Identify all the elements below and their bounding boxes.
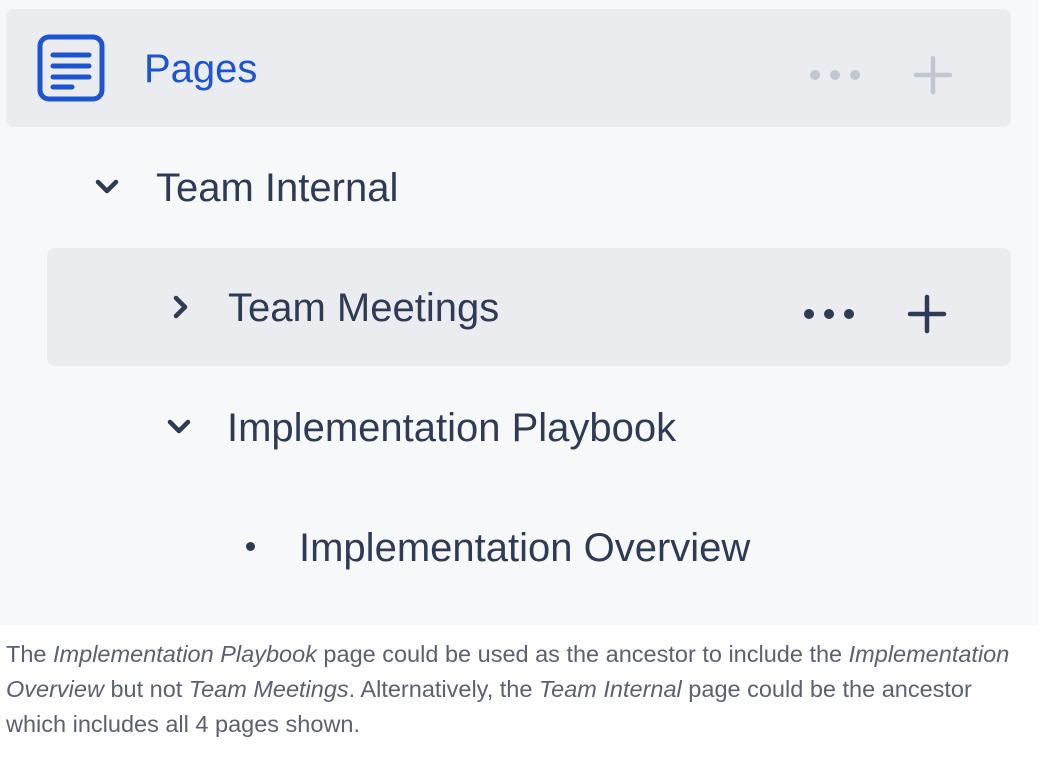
- pages-title[interactable]: Pages: [144, 47, 257, 91]
- caption-text: The: [6, 641, 54, 667]
- caption-text: but not: [103, 676, 189, 702]
- tree-item-label[interactable]: Team Internal: [156, 166, 398, 210]
- document-lines-icon: [37, 34, 105, 102]
- pages-root-row[interactable]: Pages: [6, 9, 1011, 127]
- caption: The Implementation Playbook page could b…: [6, 637, 1036, 742]
- caption-emphasis: Team Meetings: [188, 676, 349, 702]
- tree-item-team-internal[interactable]: Team Internal: [0, 128, 1038, 246]
- tree-item-label[interactable]: Implementation Playbook: [227, 406, 676, 450]
- page-tree-panel: Pages Team Internal Team Meetings Implem…: [0, 0, 1038, 625]
- tree-item-label[interactable]: Implementation Overview: [299, 526, 750, 570]
- caption-text: page could be used as the ancestor to in…: [316, 641, 849, 667]
- pages-row-actions: [803, 53, 955, 97]
- caption-emphasis: Implementation Playbook: [53, 641, 317, 667]
- tree-item-actions: [797, 292, 949, 336]
- more-horizontal-icon[interactable]: [797, 299, 857, 329]
- tree-item-implementation-playbook[interactable]: Implementation Playbook: [0, 368, 1038, 486]
- bullet-icon: [246, 542, 255, 551]
- caption-text: . Alternatively, the: [348, 676, 539, 702]
- plus-icon[interactable]: [911, 53, 955, 97]
- tree-item-implementation-overview[interactable]: Implementation Overview: [0, 488, 1038, 606]
- tree-item-team-meetings[interactable]: Team Meetings: [47, 248, 1011, 366]
- tree-item-label[interactable]: Team Meetings: [228, 286, 499, 330]
- more-horizontal-icon[interactable]: [803, 60, 863, 90]
- chevron-right-icon[interactable]: [166, 293, 194, 321]
- caption-emphasis: Team Internal: [538, 676, 682, 702]
- chevron-down-icon[interactable]: [93, 173, 121, 201]
- plus-icon[interactable]: [905, 292, 949, 336]
- chevron-down-icon[interactable]: [165, 413, 193, 441]
